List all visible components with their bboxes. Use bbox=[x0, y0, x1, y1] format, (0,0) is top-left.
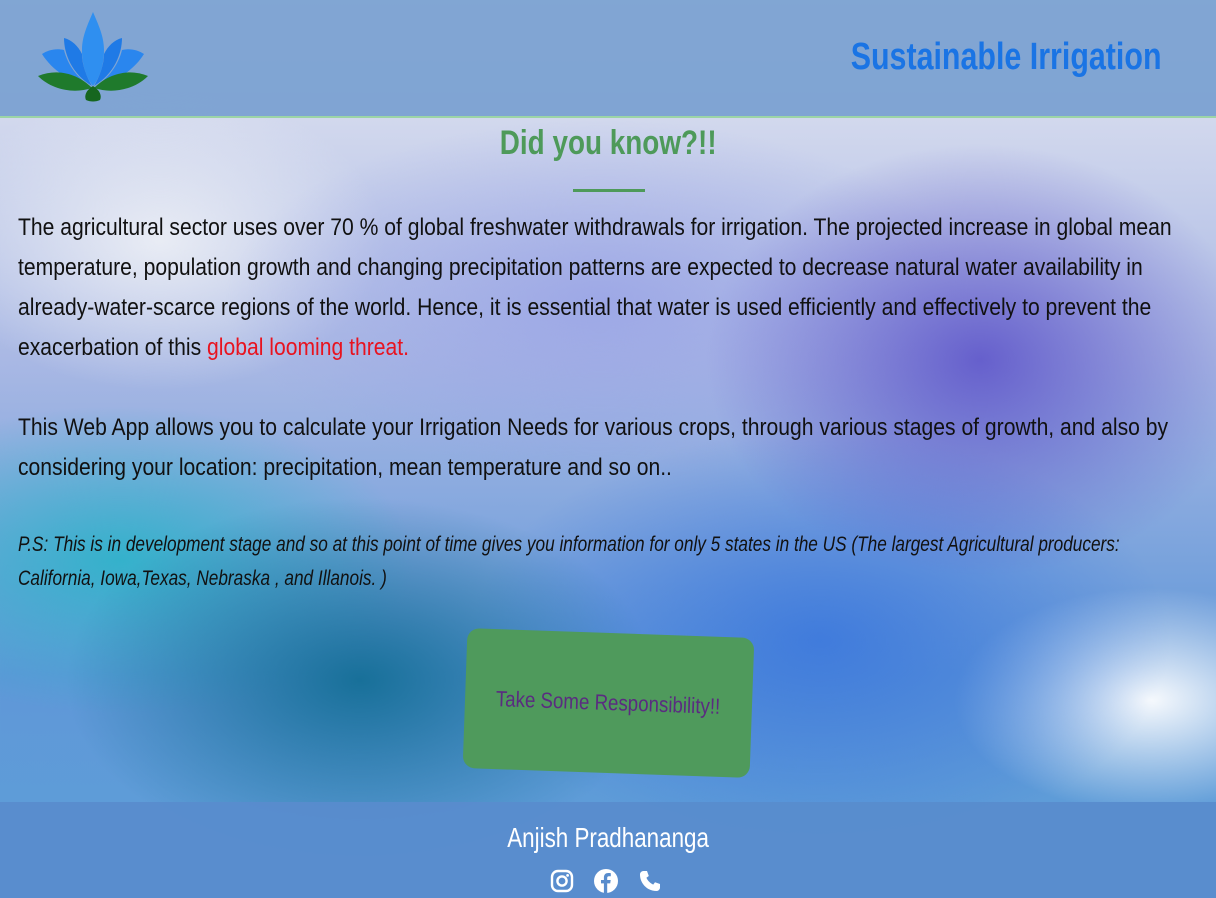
intro-paragraph-text: The agricultural sector uses over 70 % o… bbox=[18, 214, 1172, 361]
instagram-icon[interactable] bbox=[549, 868, 575, 894]
facebook-icon[interactable] bbox=[593, 868, 619, 894]
development-note: P.S: This is in development stage and so… bbox=[18, 533, 1120, 590]
lotus-icon[interactable] bbox=[34, 10, 152, 102]
app-description: This Web App allows you to calculate you… bbox=[18, 414, 1169, 481]
heading-underline bbox=[573, 189, 645, 192]
author-name-text: Anjish Pradhananga bbox=[507, 822, 709, 853]
site-title[interactable]: Sustainable Irrigation bbox=[851, 36, 1162, 79]
phone-icon[interactable] bbox=[637, 868, 663, 894]
intro-paragraph: The agricultural sector uses over 70 % o… bbox=[18, 208, 1188, 368]
take-responsibility-button[interactable]: Take Some Responsibility!! bbox=[462, 628, 755, 778]
site-footer: Anjish Pradhananga bbox=[0, 802, 1216, 898]
section-heading-text: Did you know?!! bbox=[499, 124, 717, 162]
social-links bbox=[549, 868, 669, 896]
section-heading: Did you know?!! bbox=[0, 124, 1216, 163]
author-name: Anjish Pradhananga bbox=[0, 822, 1216, 854]
site-header: Sustainable Irrigation bbox=[0, 0, 1216, 118]
threat-highlight: global looming threat. bbox=[207, 334, 409, 361]
take-responsibility-label: Take Some Responsibility!! bbox=[495, 686, 722, 719]
